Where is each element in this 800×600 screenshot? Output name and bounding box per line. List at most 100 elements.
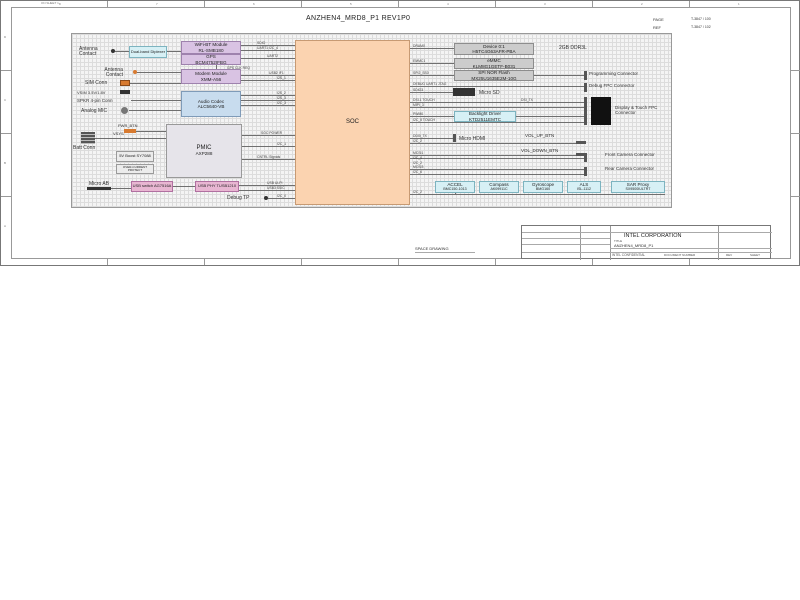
page-value: T-3847 / 100 [691,17,711,21]
micro-hdmi-icon [453,134,456,142]
gps-block: GPS BCM4752IFBG [181,54,241,65]
tb-doc-name: ANZHEN4_MRD8_P1 [614,243,654,248]
pwr-btn-label: PWR_BTN [118,123,138,128]
dual-band-label: Dual-band Diplexer [130,48,166,54]
ovp-block: OVER-CURRENT PROTECT [116,164,154,174]
sig-mipi3: MIPI_3 [413,103,424,107]
dual-band-diplexer-block: Dual-band Diplexer [129,46,167,58]
sig-cntrl: CNTRL Signals [257,155,281,159]
sig-uart1: UART1 I2C_4 [257,46,279,50]
battery-connector-icon [81,132,95,144]
audio-part: ALC5640-VB [197,104,225,109]
ref-value: T-3847 / 102 [691,25,711,29]
modem-part: XMM-A56 [200,76,222,82]
spkr-conn-label: SPKR 4-pin Conn [77,98,113,103]
sig-i2s1: I2S_1 [277,76,286,80]
schematic-sheet: ON SHEET 1 8 7 6 5 4 3 2 1 D C B A ANZHE… [0,0,800,266]
audio-codec-block: Audio Codec ALC5640-VB [181,91,241,117]
pmic-block: PMIC AXP288 [166,124,242,178]
als-block: ALS ISL-1112 [567,181,601,193]
title-block: INTEL CORPORATION TITLE ANZHEN4_MRD8_P1 … [521,225,772,260]
sig-i2c0: I2C_0 [277,194,287,198]
front-camera-label: Front Camera Connector [605,152,655,157]
spi-part: MX25U1635E2M-10G [471,75,517,81]
batt-conn-label: Batt Conn [73,145,96,151]
ddr-block: Device 0:1 H5TC4G63AFR-PBA [454,43,534,55]
sig-dsi1: DSI-1 TOUCH [413,98,435,102]
ddr-size-label: 2GB DDR3L [559,45,587,51]
sig-mcsi3: MCSI3 [413,165,424,169]
soc-block: SOC [295,40,410,205]
display-fpc-connector-icon [584,97,587,125]
diagram-title: ANZHEN4_MRD8_P1 REV1P0 [306,15,411,22]
spi-flash-block: SPI NOR Flash MX25U1635E2M-10G [454,70,534,81]
programming-connector-label: Programming Connector [589,71,639,76]
debug-fpc-label: Debug FPC Connector [589,83,635,88]
tb-sheet: SHEET [750,253,761,257]
usb-phy-label: USB PHY TUSB1210 [197,183,237,189]
sig-soc-power: SOC POWER [261,131,283,135]
sig-dsi-tx: DSI_TX [521,98,533,102]
tb-rev: REV [726,253,733,257]
sig-sdio: SDIO [257,41,266,45]
mic-icon [121,107,128,114]
usb-switch-label: USB switch AG7516A [132,183,172,189]
usb-phy-block: USB PHY TUSB1210 [195,181,239,192]
sig-emmc1: EMMC1 [413,59,426,63]
wifi-bt-block: WiFi-BT Module RL-SMB180 [181,41,241,54]
ref-label: REF [653,25,661,30]
micro-sd-icon [453,88,475,96]
sig-pwm0: PWM0 [413,112,424,116]
vol-down-label: VOL_DOWN_BTN [521,148,559,153]
tb-doc-number: DOCUMENT NUMBER [664,253,696,257]
sig-i2c2-c: I2C_2 [413,190,423,194]
gyro-block: Gyroscope BMG160 [523,181,563,193]
sig-i2c5: I2C_5 TOUCH [413,118,435,122]
power-button-icon [124,129,136,133]
antenna-contact-label: Antenna Contact [79,46,98,57]
sig-i2c6: I2C_6 [413,170,423,174]
soc-label: SOC [345,118,359,125]
usb-switch-block: USB switch AG7516A [131,181,173,192]
sig-i2c2-a: I2C_2 [413,139,423,143]
company-name: INTEL CORPORATION [624,233,682,239]
bottom-ruler [11,259,791,265]
modem-block: Modem Module XMM-A56 [181,69,241,84]
gyro-part: BMG160 [535,187,551,191]
sig-usb-ulpi: USB ULPI [267,181,283,185]
sig-mcsi1: MCSI1 [413,151,424,155]
accel-part: BMC150-1013 [443,187,467,191]
backlight-block: Backlight Driver KTD2511EMTC [454,111,516,122]
analog-mic-label: Analog MIC [81,108,108,114]
compass-block: Compass AK09911C [479,181,519,193]
sig-sdio3: SDIO3 [413,88,424,92]
boost-block: 5V Boost SY7088 [116,151,154,162]
left-ruler: D C B A [1,7,11,259]
vsys-label: VSYS [113,131,124,136]
micro-usb-icon [87,187,111,190]
display-connector-label: Display & Touch FPC Connector [615,105,658,115]
vol-down-button-icon [576,153,586,156]
sig-uart2: UART2 [267,54,279,58]
programming-connector-icon [584,71,587,80]
page-label: PAGE [653,17,664,22]
vol-up-button-icon [576,141,586,144]
sim-conn-label: SIM Conn [85,80,108,86]
sig-dram0: DRAM0 [413,44,425,48]
emmc-block: eMMC KLM8G1GETF-B031 [454,58,534,69]
micro-hdmi-label: Micro HDMI [459,136,486,142]
sig-usb2: USB2 IF1 [269,71,284,75]
sig-gps-clk: GPS CLK REQ [227,66,250,70]
sim-card-icon [120,80,130,86]
gps-part: BCM4752IFBG [195,59,227,65]
display-panel-icon [591,97,611,125]
vsim-label: VSIM 3.5V/1.8V [77,90,106,95]
sig-ddi0: DDI0_TX [413,134,427,138]
sig-debug-uart: DEBUG UART1 JTAG [413,82,447,86]
antenna-contact2-label: Antenna Contact [104,67,123,78]
accel-block: ACCEL BMC150-1013 [435,181,475,193]
compass-part: AK09911C [490,187,508,191]
debug-tp-label: Debug TP [227,195,250,201]
vol-up-label: VOL_UP_BTN [525,133,555,138]
right-ruler [791,7,800,259]
